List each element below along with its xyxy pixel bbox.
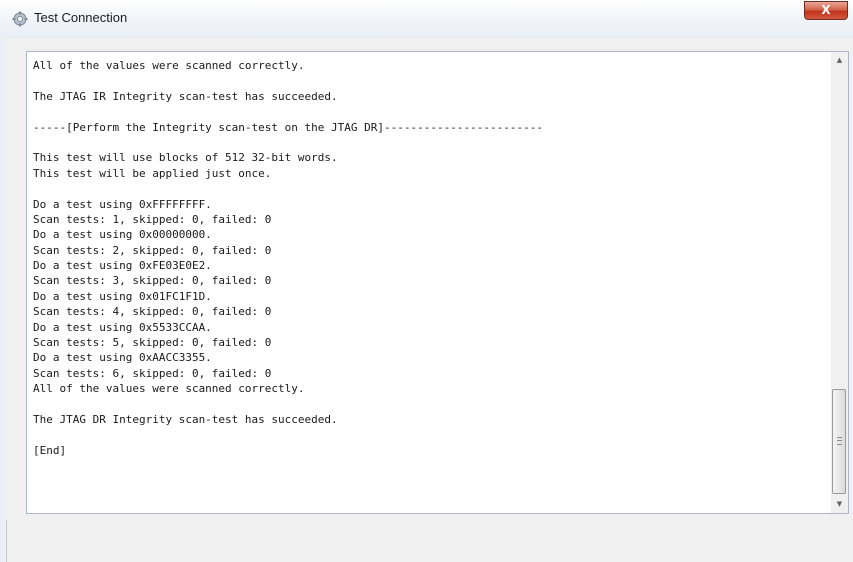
log-line: Scan tests: 2, skipped: 0, failed: 0 bbox=[33, 243, 272, 257]
window-edge-divider bbox=[6, 520, 7, 562]
vertical-scrollbar[interactable]: ▲ ▼ bbox=[831, 52, 848, 513]
test-connection-window: Test Connection X All of the values were… bbox=[0, 0, 853, 562]
gear-icon bbox=[12, 11, 28, 27]
log-line: Scan tests: 1, skipped: 0, failed: 0 bbox=[33, 212, 272, 226]
scroll-up-arrow-icon[interactable]: ▲ bbox=[831, 52, 848, 69]
log-line: All of the values were scanned correctly… bbox=[33, 59, 305, 72]
scroll-down-arrow-icon[interactable]: ▼ bbox=[831, 496, 848, 513]
log-line: Do a test using 0xAACC3355. bbox=[33, 351, 212, 365]
log-line: Scan tests: 3, skipped: 0, failed: 0 bbox=[33, 274, 272, 288]
title-bar[interactable]: Test Connection X bbox=[0, 0, 853, 38]
close-icon: X bbox=[821, 3, 831, 17]
window-title: Test Connection bbox=[34, 10, 128, 25]
log-line: Do a test using 0x01FC1F1D. bbox=[33, 289, 212, 303]
log-output-textbox[interactable]: All of the values were scanned correctly… bbox=[26, 51, 849, 514]
log-line: Do a test using 0xFE03E0E2. bbox=[33, 259, 212, 273]
log-line: Do a test using 0x00000000. bbox=[33, 228, 212, 242]
log-line: Scan tests: 6, skipped: 0, failed: 0 bbox=[33, 366, 272, 380]
close-button[interactable]: X bbox=[804, 1, 848, 20]
log-line: This test will be applied just once. bbox=[33, 166, 272, 180]
log-line: Scan tests: 5, skipped: 0, failed: 0 bbox=[33, 336, 272, 350]
log-line: -----[Perform the Integrity scan-test on… bbox=[33, 120, 543, 134]
log-line: Do a test using 0x5533CCAA. bbox=[33, 320, 212, 334]
log-text: All of the values were scanned correctly… bbox=[33, 58, 823, 508]
log-line: Scan tests: 4, skipped: 0, failed: 0 bbox=[33, 305, 272, 319]
scrollbar-thumb[interactable] bbox=[832, 389, 846, 494]
log-line: All of the values were scanned correctly… bbox=[33, 382, 305, 396]
scrollbar-grip-icon bbox=[837, 437, 842, 445]
log-line: [End] bbox=[33, 443, 67, 457]
log-line: Do a test using 0xFFFFFFFF. bbox=[33, 197, 212, 211]
log-line: This test will use blocks of 512 32-bit … bbox=[33, 151, 338, 165]
log-line: The JTAG IR Integrity scan-test has succ… bbox=[33, 89, 338, 103]
window-left-edge bbox=[0, 38, 6, 562]
log-line: The JTAG DR Integrity scan-test has succ… bbox=[33, 412, 338, 426]
